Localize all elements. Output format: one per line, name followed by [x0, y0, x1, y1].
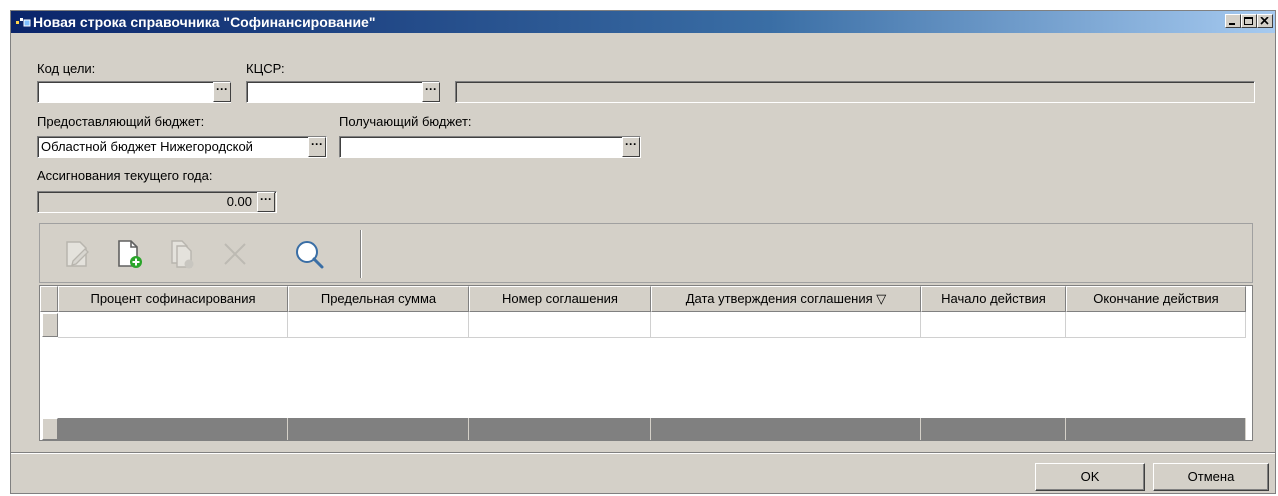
- receiving-budget-lookup-button[interactable]: ···: [622, 137, 640, 157]
- ok-button[interactable]: OK: [1035, 463, 1145, 491]
- grid-toolbar: [39, 223, 1253, 283]
- table-cell[interactable]: [469, 312, 651, 338]
- copy-document-icon[interactable]: [164, 237, 198, 271]
- bottom-separator: [11, 452, 1275, 454]
- table-cell[interactable]: [651, 312, 921, 338]
- header-corner: [40, 286, 58, 312]
- appropriations-field: 0.00: [37, 191, 277, 213]
- goal-code-lookup-button[interactable]: ···: [213, 82, 231, 102]
- title-bar[interactable]: Новая строка справочника "Софинансирован…: [11, 11, 1275, 33]
- table-cell[interactable]: [58, 312, 288, 338]
- footer-cell: [651, 418, 921, 440]
- edit-icon[interactable]: [60, 237, 94, 271]
- footer-cell: [58, 418, 288, 440]
- table-cell[interactable]: [288, 312, 469, 338]
- table-cell[interactable]: [1066, 312, 1246, 338]
- receiving-budget-field[interactable]: [339, 136, 641, 158]
- delete-icon[interactable]: [218, 237, 252, 271]
- close-button[interactable]: [1257, 14, 1273, 28]
- toolbar-separator: [360, 230, 362, 278]
- footer-cell: [1066, 418, 1246, 440]
- minimize-button[interactable]: [1225, 14, 1241, 28]
- column-header-end-date[interactable]: Окончание действия: [1066, 286, 1246, 312]
- footer-cell: [921, 418, 1066, 440]
- appropriations-lookup-button[interactable]: ···: [257, 192, 275, 212]
- providing-budget-label: Предоставляющий бюджет:: [37, 114, 205, 129]
- minimize-icon: [1229, 23, 1235, 25]
- column-header-agreement-date[interactable]: Дата утверждения соглашения ▽: [651, 286, 921, 312]
- kcsr-lookup-button[interactable]: ···: [422, 82, 440, 102]
- grid-header: Процент софинасирования Предельная сумма…: [40, 286, 1252, 312]
- goal-code-label: Код цели:: [37, 61, 96, 76]
- goal-code-field[interactable]: [37, 81, 231, 103]
- column-header-start-date[interactable]: Начало действия: [921, 286, 1066, 312]
- search-icon[interactable]: [292, 237, 326, 271]
- maximize-button[interactable]: [1241, 14, 1257, 28]
- providing-budget-field[interactable]: Областной бюджет Нижегородской: [37, 136, 327, 158]
- column-header-agreement-number[interactable]: Номер соглашения: [469, 286, 651, 312]
- kcsr-name-field: [455, 81, 1255, 103]
- kcsr-field[interactable]: [246, 81, 440, 103]
- kcsr-label: КЦСР:: [246, 61, 285, 76]
- dialog-window: Новая строка справочника "Софинансирован…: [10, 10, 1276, 494]
- new-document-icon[interactable]: [112, 237, 146, 271]
- column-header-cofinancing-percent[interactable]: Процент софинасирования: [58, 286, 288, 312]
- appropriations-label: Ассигнования текущего года:: [37, 168, 213, 183]
- app-icon: [15, 15, 31, 29]
- footer-cell: [469, 418, 651, 440]
- cofinancing-grid[interactable]: Процент софинасирования Предельная сумма…: [39, 285, 1253, 441]
- footer-row-selector: [42, 418, 58, 440]
- footer-cell: [288, 418, 469, 440]
- row-selector[interactable]: [42, 313, 58, 337]
- providing-budget-lookup-button[interactable]: ···: [308, 137, 326, 157]
- window-title: Новая строка справочника "Софинансирован…: [33, 14, 376, 30]
- cancel-button[interactable]: Отмена: [1153, 463, 1269, 491]
- receiving-budget-label: Получающий бюджет:: [339, 114, 472, 129]
- column-header-limit-amount[interactable]: Предельная сумма: [288, 286, 469, 312]
- table-cell[interactable]: [921, 312, 1066, 338]
- maximize-icon: [1244, 17, 1253, 25]
- close-icon: [1260, 17, 1269, 25]
